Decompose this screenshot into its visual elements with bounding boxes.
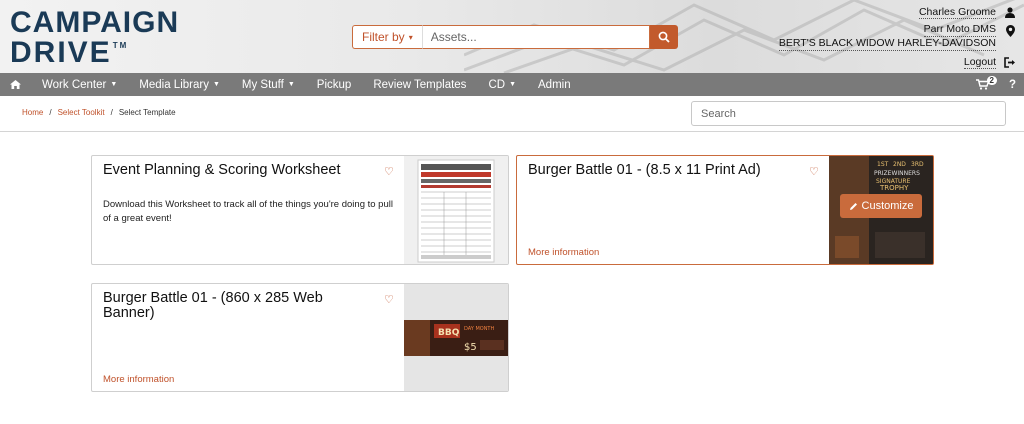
cart-button[interactable]: 2	[975, 76, 999, 90]
logout-icon[interactable]	[1004, 57, 1016, 68]
nav-label: Pickup	[316, 78, 352, 91]
help-button[interactable]: ?	[1009, 79, 1016, 91]
caret-down-icon: ▼	[509, 81, 516, 88]
nav-work-center[interactable]: Work Center ▼	[31, 73, 128, 96]
thumb-text: 3RD	[911, 161, 924, 168]
user-icon	[1004, 7, 1016, 18]
thumb-text: TROPHY	[879, 184, 909, 192]
template-thumbnail[interactable]: BBQ DAY MONTH $5	[404, 284, 508, 391]
search-icon	[658, 31, 670, 43]
worksheet-thumbnail-image	[417, 159, 495, 263]
more-information-link[interactable]: More information	[528, 247, 599, 258]
template-card[interactable]: Burger Battle 01 - (8.5 x 11 Print Ad) ♡…	[516, 155, 934, 265]
top-header: CAMPAIGN DRIVETM Filter by ▾ Charles Gro…	[0, 0, 1024, 73]
web-banner-thumbnail-image: BBQ DAY MONTH $5	[404, 320, 508, 356]
customize-button[interactable]: Customize	[840, 194, 922, 218]
nav-label: Review Templates	[373, 78, 467, 91]
cart-count-badge: 2	[986, 76, 997, 85]
thumb-text: 1ST	[877, 161, 889, 168]
nav-home[interactable]	[0, 73, 31, 96]
template-description: Download this Worksheet to track all of …	[103, 199, 393, 224]
breadcrumb-current: Select Template	[118, 108, 176, 117]
template-title: Burger Battle 01 - (8.5 x 11 Print Ad)	[528, 162, 761, 178]
template-title: Burger Battle 01 - (860 x 285 Web Banner…	[103, 290, 323, 321]
nav-review-templates[interactable]: Review Templates	[362, 73, 477, 96]
template-search-input[interactable]	[691, 101, 1006, 126]
nav-media-library[interactable]: Media Library ▼	[128, 73, 231, 96]
asset-search-bar: Filter by ▾	[352, 25, 678, 49]
pencil-icon	[849, 202, 857, 210]
heart-icon[interactable]: ♡	[384, 293, 394, 306]
filter-by-dropdown[interactable]: Filter by ▾	[352, 25, 422, 49]
heart-icon[interactable]: ♡	[384, 165, 394, 178]
thumb-text: $5	[464, 342, 477, 353]
nav-cd[interactable]: CD ▼	[477, 73, 527, 96]
logout-link[interactable]: Logout	[963, 56, 996, 69]
nav-admin[interactable]: Admin	[527, 73, 582, 96]
caret-down-icon: ▼	[212, 81, 220, 88]
nav-label: CD	[488, 78, 506, 91]
template-title: Event Planning & Scoring Worksheet	[103, 162, 341, 178]
nav-label: Admin	[538, 78, 571, 91]
filter-by-label: Filter by	[362, 30, 405, 44]
thumb-text: DAY MONTH	[464, 326, 494, 332]
search-button[interactable]	[649, 25, 678, 49]
heart-icon[interactable]: ♡	[809, 165, 819, 178]
thumb-text: BBQ	[438, 328, 460, 338]
breadcrumb-select-toolkit[interactable]: Select Toolkit	[58, 108, 105, 117]
customize-label: Customize	[861, 200, 914, 212]
breadcrumb-bar: Home / Select Toolkit / Select Template	[0, 96, 1024, 132]
main-nav: Work Center ▼ Media Library ▼ My Stuff ▼ Pi…	[0, 73, 1024, 96]
breadcrumb: Home / Select Toolkit / Select Template	[22, 108, 176, 117]
more-information-link[interactable]: More information	[103, 374, 174, 385]
breadcrumb-separator: /	[110, 108, 113, 117]
thumb-text: PRIZEWINNERS	[874, 170, 920, 177]
breadcrumb-separator: /	[49, 108, 52, 117]
caret-down-icon: ▼	[287, 81, 295, 88]
assets-search-input[interactable]	[421, 25, 650, 49]
logo-line-1: CAMPAIGN	[10, 6, 180, 39]
nav-label: My Stuff	[241, 78, 284, 91]
logo-trademark: TM	[112, 41, 129, 50]
nav-label: Work Center	[42, 78, 107, 91]
template-thumbnail[interactable]	[404, 156, 508, 264]
thumb-text: 2ND	[893, 161, 906, 168]
template-card[interactable]: Event Planning & Scoring Worksheet ♡ Dow…	[91, 155, 509, 265]
dealer-name-link[interactable]: BERT'S BLACK WIDOW HARLEY-DAVIDSON	[778, 37, 996, 51]
map-marker-icon	[1004, 25, 1016, 37]
logo-line-2: DRIVE	[10, 36, 112, 69]
campaign-drive-logo[interactable]: CAMPAIGN DRIVE TM	[10, 8, 179, 68]
template-card[interactable]: Burger Battle 01 - (860 x 285 Web Banner…	[91, 283, 509, 392]
breadcrumb-home[interactable]: Home	[22, 108, 43, 117]
caret-down-icon: ▼	[110, 81, 118, 88]
nav-label: Media Library	[139, 78, 209, 91]
dms-name-link[interactable]: Parr Moto DMS	[923, 23, 996, 37]
template-thumbnail[interactable]: 1ST 2ND 3RD PRIZEWINNERS SIGNATURE TROPH…	[829, 156, 933, 264]
nav-my-stuff[interactable]: My Stuff ▼	[231, 73, 306, 96]
user-name-link[interactable]: Charles Groome	[918, 6, 996, 19]
user-info: Charles Groome Parr Moto DMS BERT'S BLAC…	[778, 4, 1016, 71]
home-icon	[10, 80, 21, 89]
caret-down-icon: ▾	[408, 32, 413, 42]
nav-pickup[interactable]: Pickup	[306, 73, 363, 96]
